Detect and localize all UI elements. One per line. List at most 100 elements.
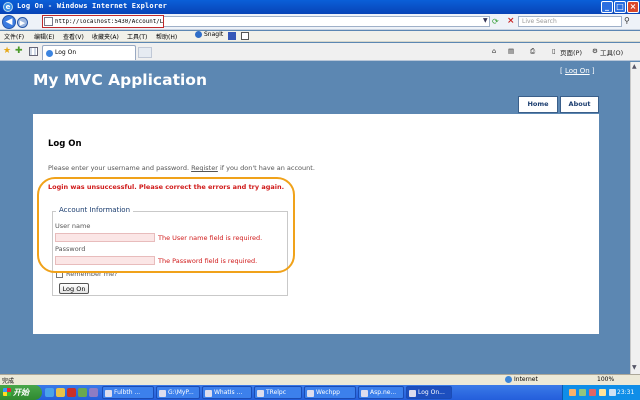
taskbar-item[interactable]: Asp.ne... <box>358 386 404 399</box>
menu-bar: 文件(F) 编辑(E) 查看(V) 收藏夹(A) 工具(T) 帮助(H) Sna… <box>0 31 640 42</box>
volume-icon[interactable] <box>609 389 616 396</box>
quicklaunch-desktop-icon[interactable] <box>78 388 87 397</box>
address-bar[interactable] <box>42 15 164 28</box>
tab-label: Log On <box>55 49 77 56</box>
taskbar-item[interactable]: TRelpc <box>254 386 302 399</box>
address-bar-extension[interactable] <box>164 16 490 27</box>
quicklaunch-media-icon[interactable] <box>89 388 98 397</box>
page-heading: Log On <box>48 139 82 149</box>
task-icon <box>361 390 368 397</box>
menu-favorites[interactable]: 收藏夹(A) <box>92 32 119 41</box>
page-menu[interactable]: 页面(P) <box>560 47 582 57</box>
task-icon <box>257 390 264 397</box>
annotation-highlight <box>37 177 295 273</box>
maximize-button[interactable]: □ <box>614 1 626 13</box>
menu-view[interactable]: 查看(V) <box>63 32 84 41</box>
window-title: Log On - Windows Internet Explorer <box>17 2 168 10</box>
tray-icon[interactable] <box>579 389 586 396</box>
new-tab-button[interactable] <box>138 47 152 58</box>
task-label: Wechpp <box>316 389 340 396</box>
address-dropdown-icon[interactable]: ▼ <box>483 17 490 26</box>
tab-log-on[interactable]: Log On <box>42 45 136 60</box>
home-icon[interactable]: ⌂ <box>492 47 496 55</box>
tray-icon[interactable] <box>599 389 606 396</box>
print-icon[interactable]: ⎙ <box>530 47 535 56</box>
quicklaunch-folder-icon[interactable] <box>56 388 65 397</box>
quicklaunch-app-icon[interactable] <box>67 388 76 397</box>
feeds-icon[interactable]: ▤ <box>508 47 514 55</box>
tab-page-icon <box>46 50 53 57</box>
stop-icon[interactable]: × <box>507 16 515 26</box>
tools-menu[interactable]: 工具(O) <box>600 47 623 57</box>
instructions-text: Please enter your username and password.… <box>48 164 315 172</box>
taskbar: 开始 Fulbth ... G:\MyP... WhatIs ... TRelp… <box>0 385 640 400</box>
zoom-level[interactable]: 100% <box>597 376 614 383</box>
task-icon <box>307 390 314 397</box>
tab-bar: ★ ✚ Log On ⌂ ▤ ⎙ ▯ 页面(P) ⚙ 工具(O) <box>0 43 640 61</box>
taskbar-item-active[interactable]: Log On... <box>406 386 452 399</box>
favorites-star-icon[interactable]: ★ <box>3 46 11 56</box>
status-text: 完成 <box>2 378 15 385</box>
instructions-after: if you don't have an account. <box>217 164 315 172</box>
tray-icon[interactable] <box>569 389 576 396</box>
zone-label: Internet <box>514 376 538 383</box>
register-link[interactable]: Register <box>191 164 218 172</box>
search-input[interactable]: Live Search <box>518 16 622 27</box>
taskbar-item[interactable]: WhatIs ... <box>202 386 252 399</box>
clock: 23:31 <box>617 389 635 396</box>
taskbar-item[interactable]: Fulbth ... <box>102 386 154 399</box>
snagit-capture-icon[interactable] <box>228 32 236 40</box>
snagit-label: SnagIt <box>204 31 224 38</box>
globe-icon <box>505 376 512 383</box>
forward-button[interactable]: ▶ <box>17 17 28 28</box>
page-icon <box>44 17 53 26</box>
snagit-icon <box>195 31 202 38</box>
task-label: TRelpc <box>266 389 287 396</box>
taskbar-item[interactable]: Wechpp <box>304 386 356 399</box>
task-icon <box>409 390 416 397</box>
scroll-up-icon[interactable]: ▲ <box>632 63 637 70</box>
snagit-button[interactable]: SnagIt <box>195 31 223 38</box>
minimize-button[interactable]: _ <box>601 1 613 13</box>
vertical-scrollbar[interactable] <box>630 62 640 374</box>
taskbar-item[interactable]: G:\MyP... <box>156 386 200 399</box>
add-favorites-icon[interactable]: ✚ <box>15 46 23 56</box>
quick-tabs-icon[interactable] <box>29 47 38 56</box>
login-link[interactable]: Log On <box>565 67 590 75</box>
snagit-window-icon[interactable] <box>241 32 249 40</box>
status-bar: 完成 Internet 100% <box>0 374 640 385</box>
quicklaunch-ie-icon[interactable] <box>45 388 54 397</box>
address-input[interactable] <box>55 17 163 27</box>
windows-flag-icon <box>3 388 11 396</box>
task-icon <box>159 390 166 397</box>
tray-icon[interactable] <box>589 389 596 396</box>
task-label: WhatIs ... <box>214 389 243 396</box>
page-icon-menu: ▯ <box>552 47 556 55</box>
start-button[interactable]: 开始 <box>0 385 42 400</box>
security-zone: Internet <box>505 376 538 383</box>
start-label: 开始 <box>13 388 29 397</box>
logon-submit-button[interactable]: Log On <box>59 283 89 294</box>
menu-tools[interactable]: 工具(T) <box>127 32 147 41</box>
task-label: Log On... <box>418 389 445 396</box>
tools-gear-icon: ⚙ <box>592 47 598 55</box>
instructions-before: Please enter your username and password. <box>48 164 192 172</box>
refresh-icon[interactable]: ⟳ <box>492 17 499 26</box>
close-button[interactable]: × <box>627 1 639 13</box>
search-icon[interactable]: ⚲ <box>624 16 630 25</box>
window-title-bar: e Log On - Windows Internet Explorer _ □… <box>0 0 640 14</box>
task-label: Fulbth ... <box>114 389 141 396</box>
login-display: [ Log On ] <box>560 67 595 75</box>
scroll-down-icon[interactable]: ▼ <box>632 364 637 371</box>
task-label: Asp.ne... <box>370 389 397 396</box>
nav-about[interactable]: About <box>560 96 599 113</box>
menu-help[interactable]: 帮助(H) <box>156 32 177 41</box>
menu-file[interactable]: 文件(F) <box>4 32 24 41</box>
menu-edit[interactable]: 编辑(E) <box>34 32 54 41</box>
nav-home[interactable]: Home <box>518 96 558 113</box>
task-label: G:\MyP... <box>168 389 194 396</box>
task-icon <box>105 390 112 397</box>
site-title: My MVC Application <box>33 71 207 89</box>
back-button[interactable]: ◀ <box>2 15 16 29</box>
ie-icon: e <box>3 2 13 12</box>
